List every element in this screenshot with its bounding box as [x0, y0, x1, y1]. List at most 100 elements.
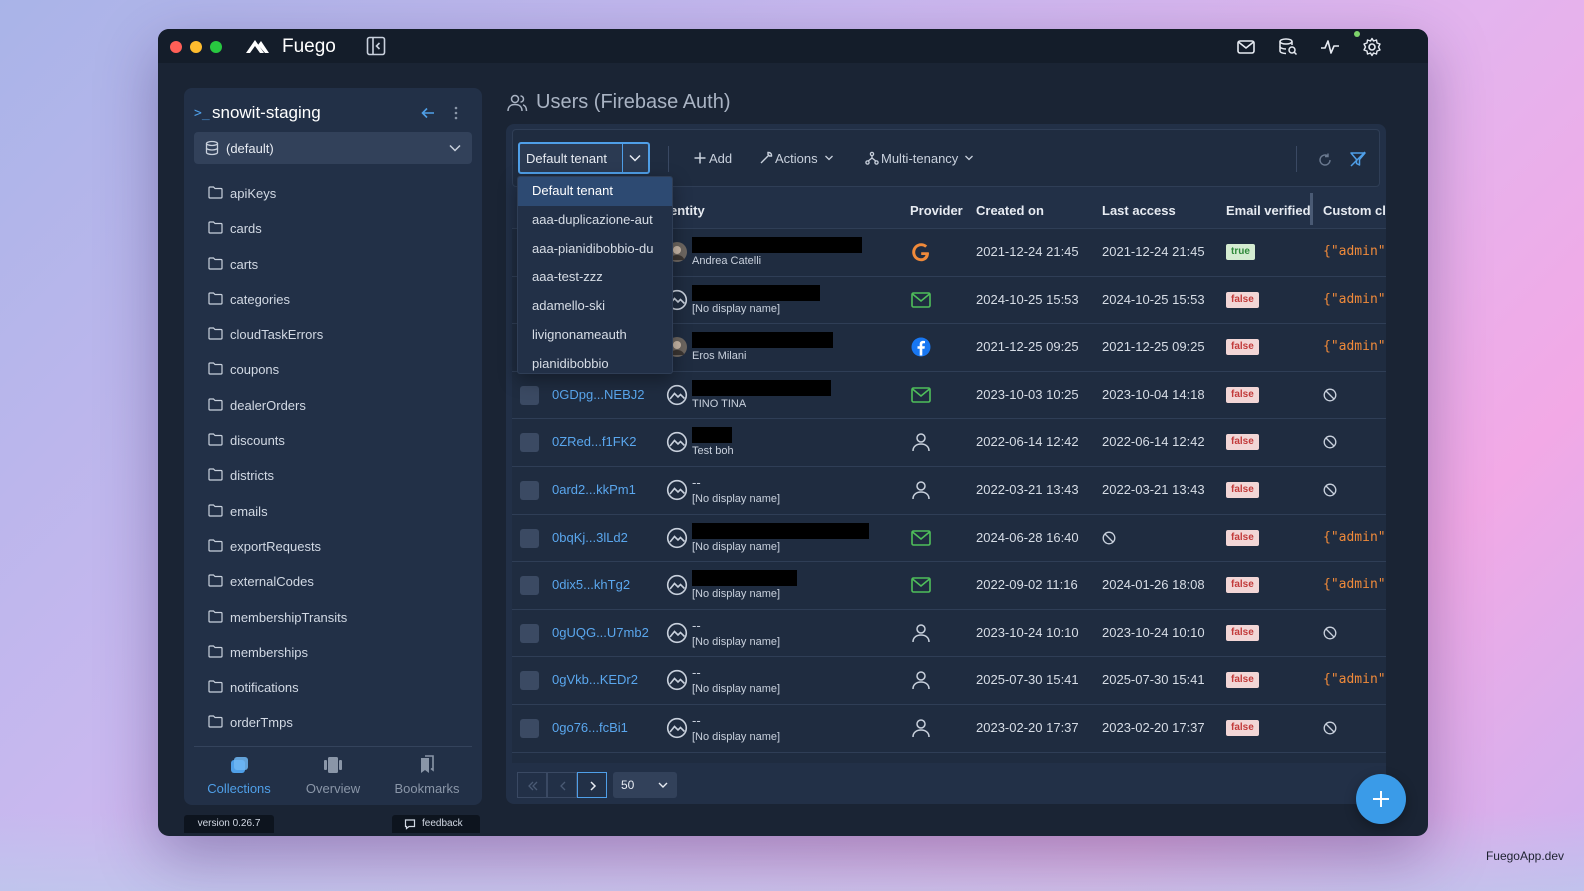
collection-item[interactable]: memberships	[184, 639, 482, 674]
tenant-select[interactable]: Default tenant	[518, 142, 650, 174]
refresh-icon[interactable]	[1317, 152, 1333, 168]
collection-item[interactable]: externalCodes	[184, 568, 482, 603]
folder-icon	[208, 292, 223, 305]
collection-item[interactable]: discounts	[184, 427, 482, 462]
first-page-button[interactable]	[517, 772, 547, 798]
avatar-placeholder-icon	[666, 575, 688, 596]
sidebar-toggle-icon[interactable]	[366, 36, 386, 56]
created-on: 2021-12-25 09:25	[976, 339, 1079, 355]
col-created[interactable]: Created on	[976, 203, 1044, 218]
collection-item[interactable]: districts	[184, 462, 482, 497]
user-uid-link[interactable]: 0gVkb...KEDr2	[552, 672, 638, 687]
collection-item[interactable]: categories	[184, 286, 482, 321]
redacted-email	[692, 379, 831, 396]
col-identity[interactable]: entity	[670, 203, 705, 218]
close-window-button[interactable]	[170, 41, 182, 53]
avatar-placeholder-icon	[666, 670, 688, 691]
user-uid-link[interactable]: 0bqKj...3lLd2	[552, 530, 628, 545]
tenant-option[interactable]: livignonameauth	[518, 321, 672, 350]
row-checkbox[interactable]	[520, 718, 539, 738]
add-user-fab[interactable]	[1356, 774, 1406, 824]
collection-item[interactable]: coupons	[184, 356, 482, 391]
page-title: Users (Firebase Auth)	[536, 91, 731, 113]
prev-page-button[interactable]	[547, 772, 577, 798]
row-checkbox[interactable]	[520, 623, 539, 643]
tenant-option[interactable]: adamello-ski	[518, 292, 672, 321]
table-row[interactable]: 0ard2...kkPm1 -- [No display name] 2022-03-…	[512, 466, 1386, 515]
collection-item[interactable]: carts	[184, 251, 482, 286]
collection-item[interactable]: notifications	[184, 674, 482, 709]
tab-bookmarks[interactable]: Bookmarks	[382, 754, 472, 796]
tab-overview[interactable]: Overview	[288, 754, 378, 796]
collection-label: districts	[230, 468, 275, 484]
created-on: 2023-02-20 17:37	[976, 719, 1079, 735]
collection-label: carts	[230, 256, 259, 272]
user-uid-link[interactable]: 0GDpg...NEBJ2	[552, 387, 645, 402]
email-verified-badge: false	[1226, 386, 1259, 403]
row-checkbox[interactable]	[520, 528, 539, 548]
database-label: (default)	[226, 141, 274, 156]
tenant-option[interactable]: pianidibobbio	[518, 350, 672, 373]
tenant-option[interactable]: aaa-pianidibobbio-du	[518, 235, 672, 264]
mail-icon[interactable]	[1236, 37, 1256, 57]
table-row[interactable]: 0dix5...khTg2 [No display name] 2022-09-02…	[512, 562, 1386, 610]
folder-icon	[208, 539, 223, 552]
collection-item[interactable]: dealerOrders	[184, 392, 482, 427]
feedback-button[interactable]: feedback	[392, 815, 480, 833]
email-verified-badge: false	[1226, 719, 1259, 736]
table-row[interactable]: 0ZRed...f1FK2 Test boh 2022-06-14 12:42 202…	[512, 419, 1386, 467]
maximize-window-button[interactable]	[210, 41, 222, 53]
collection-item[interactable]: exportRequests	[184, 533, 482, 568]
user-icon	[912, 624, 930, 642]
collection-item[interactable]: cards	[184, 215, 482, 250]
collection-item[interactable]: membershipTransits	[184, 604, 482, 639]
tab-collections[interactable]: Collections	[194, 754, 284, 796]
minimize-window-button[interactable]	[190, 41, 202, 53]
folder-icon	[208, 398, 223, 411]
page-size-select[interactable]: 50	[613, 772, 677, 798]
row-checkbox[interactable]	[520, 671, 539, 691]
database-select[interactable]: (default)	[194, 132, 472, 164]
table-row[interactable]: 0bqKj...3lLd2 [No display name] 2024-06-28…	[512, 514, 1386, 563]
collection-item[interactable]: apiKeys	[184, 180, 482, 215]
multi-tenancy-label: Multi-tenancy	[881, 151, 959, 166]
tenant-option[interactable]: aaa-duplicazione-aut	[518, 206, 672, 235]
filter-icon[interactable]	[1349, 150, 1367, 168]
user-uid-link[interactable]: 0ard2...kkPm1	[552, 482, 636, 497]
table-row[interactable]: 0gVkb...KEDr2 -- [No display name] 2025-07-…	[512, 657, 1386, 705]
activity-icon[interactable]	[1320, 37, 1340, 57]
row-checkbox[interactable]	[520, 576, 539, 596]
tenant-option[interactable]: Default tenant	[518, 177, 672, 206]
col-last-access[interactable]: Last access	[1102, 203, 1176, 218]
collection-item[interactable]: emails	[184, 498, 482, 533]
arrow-left-icon[interactable]	[420, 105, 436, 121]
collection-item[interactable]: cloudTaskErrors	[184, 321, 482, 356]
table-row[interactable]: 0GDpg...NEBJ2 TINO TINA 2023-10-03 10:25 20…	[512, 371, 1386, 420]
add-button[interactable]: Add	[693, 149, 732, 169]
tenant-option[interactable]: aaa-test-zzz	[518, 263, 672, 292]
col-provider[interactable]: Provider	[910, 203, 963, 218]
user-uid-link[interactable]: 0dix5...khTg2	[552, 577, 630, 592]
chevron-down-icon	[658, 782, 668, 788]
table-row[interactable]: --	[512, 752, 1386, 763]
footer-brand: FuegoApp.dev	[1485, 849, 1564, 863]
col-email-verified[interactable]: Email verified	[1226, 203, 1311, 218]
column-resize-handle[interactable]	[1310, 193, 1313, 225]
user-uid-link[interactable]: 0ZRed...f1FK2	[552, 434, 637, 449]
collection-item[interactable]: orderTmps	[184, 709, 482, 744]
row-checkbox[interactable]	[520, 433, 539, 453]
actions-button[interactable]: Actions	[759, 149, 834, 169]
gear-icon[interactable]	[1362, 37, 1382, 57]
collection-label: cards	[230, 221, 262, 237]
database-search-icon[interactable]	[1278, 37, 1298, 57]
col-custom-claims[interactable]: Custom cl	[1323, 203, 1386, 218]
table-row[interactable]: 0gUQG...U7mb2 -- [No display name] 2023-10-…	[512, 609, 1386, 658]
user-uid-link[interactable]: 0go76...fcBi1	[552, 720, 628, 735]
kebab-menu-icon[interactable]	[448, 105, 464, 121]
row-checkbox[interactable]	[520, 385, 539, 405]
next-page-button[interactable]	[577, 772, 607, 798]
user-uid-link[interactable]: 0gUQG...U7mb2	[552, 625, 649, 640]
row-checkbox[interactable]	[520, 480, 539, 500]
table-row[interactable]: 0go76...fcBi1 -- [No display name] 2023-02-…	[512, 704, 1386, 753]
multi-tenancy-button[interactable]: Multi-tenancy	[865, 149, 974, 169]
